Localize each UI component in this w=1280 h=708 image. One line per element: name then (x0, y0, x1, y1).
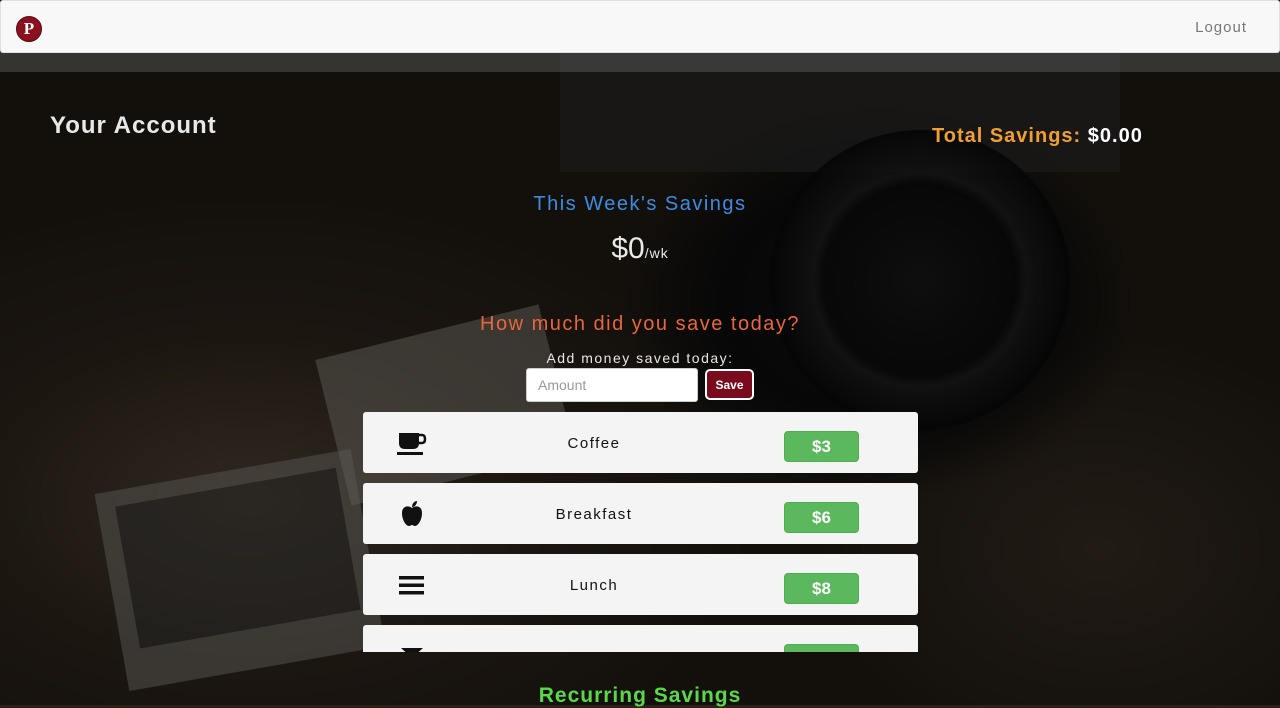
account-page: Your Account Total Savings: $0.00 This W… (0, 0, 1280, 707)
week-amount-value: $0 (611, 232, 645, 265)
item-name: Lunch (569, 577, 619, 594)
save-button[interactable]: Save (705, 369, 754, 400)
week-savings-title: This Week's Savings (533, 193, 747, 215)
total-savings-value: $0.00 (1087, 125, 1143, 147)
page-title: Your Account (50, 112, 217, 139)
add-money-label: Add money saved today: (546, 350, 734, 366)
item-price-button[interactable] (784, 644, 859, 652)
item-name: Coffee (567, 435, 621, 452)
list-item-breakfast: Breakfast $6 (363, 483, 918, 544)
item-price-button[interactable]: $3 (784, 431, 859, 462)
amount-input[interactable] (526, 368, 698, 402)
savings-item-list[interactable]: Coffee $3 Breakfast $6 Lunch $8 (363, 412, 918, 652)
list-item-coffee: Coffee $3 (363, 412, 918, 473)
recurring-savings-title: Recurring Savings (538, 684, 742, 707)
item-price-button[interactable]: $8 (784, 573, 859, 604)
total-savings-label: Total Savings: (932, 125, 1082, 147)
save-today-title: How much did you save today? (480, 313, 800, 335)
item-name: Breakfast (555, 506, 633, 523)
list-item-lunch: Lunch $8 (363, 554, 918, 615)
week-savings-amount: $0/wk (0, 232, 1280, 266)
list-item-partial (363, 625, 918, 652)
glass-icon (401, 648, 423, 652)
week-amount-unit: /wk (644, 245, 669, 261)
item-price-button[interactable]: $6 (784, 502, 859, 533)
total-savings: Total Savings: $0.00 (932, 125, 1143, 148)
